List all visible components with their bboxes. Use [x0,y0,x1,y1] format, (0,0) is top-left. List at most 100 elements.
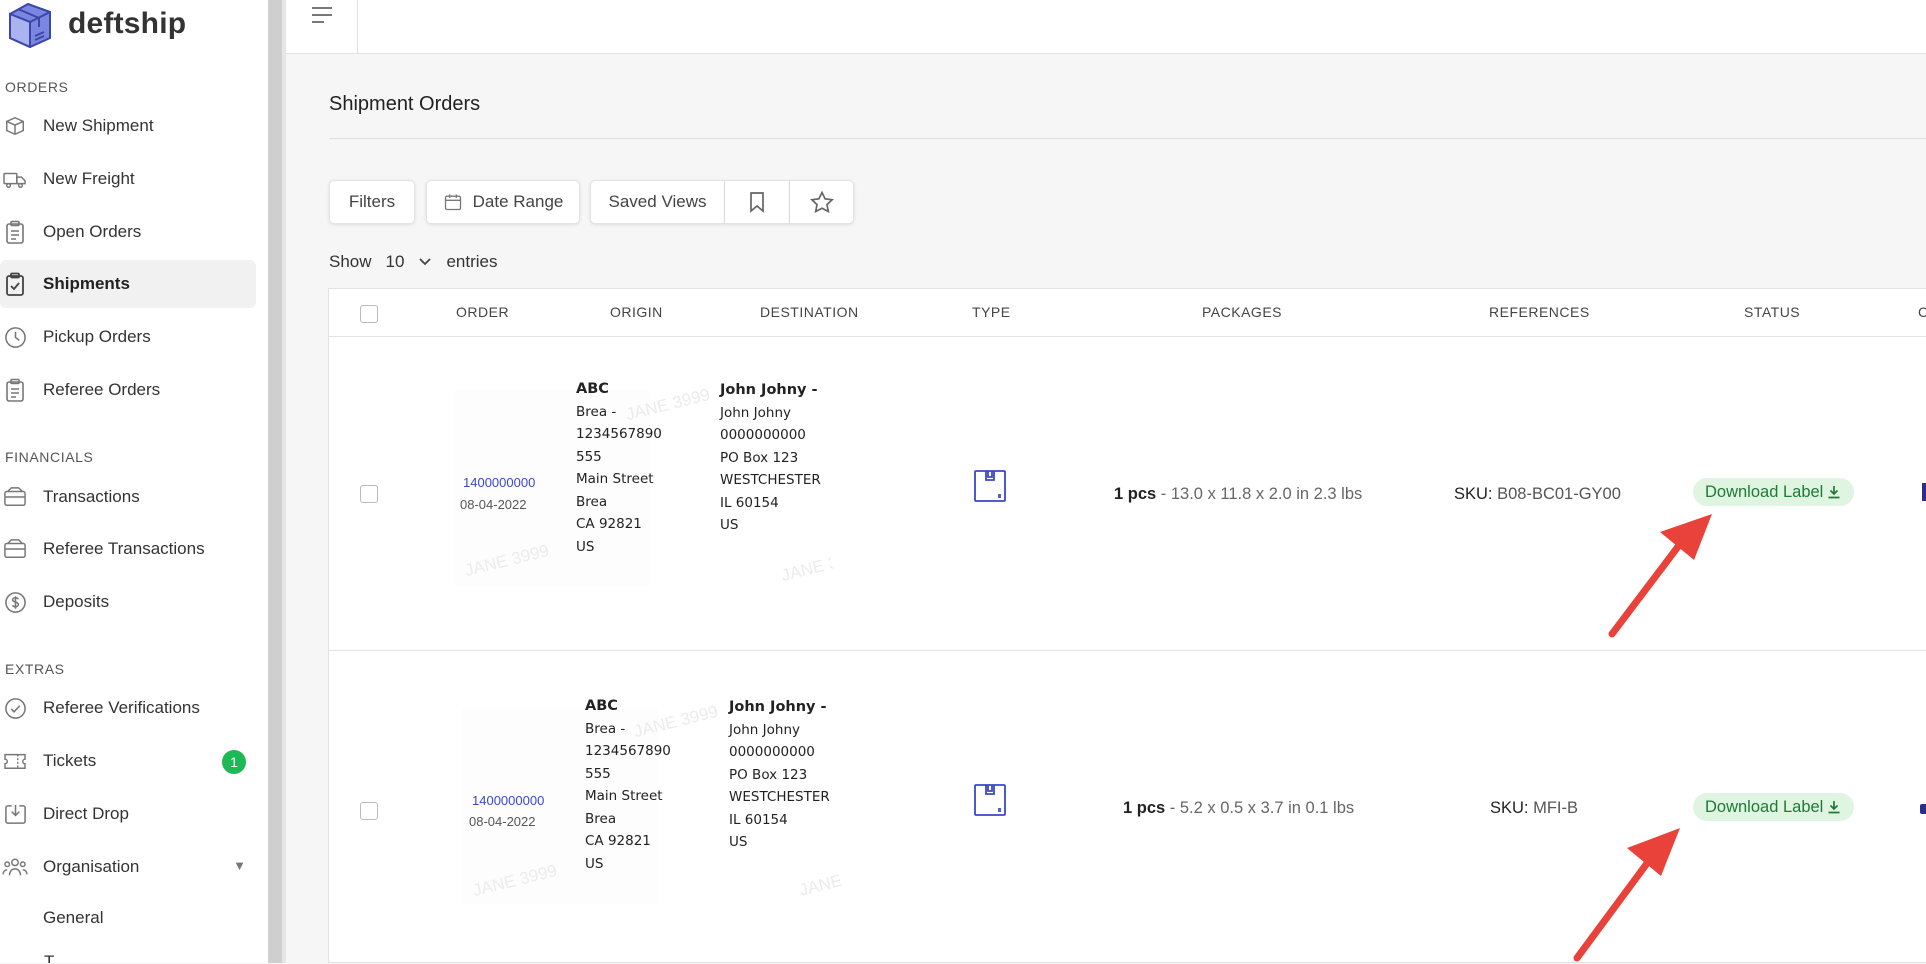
clipped-action-icon[interactable] [1920,804,1926,814]
sidebar-item-label: Organisation [43,857,140,876]
origin-address: ABC Brea - 1234567890 555 Main Street Br… [576,378,662,558]
destination-line: 0000000000 [729,744,815,760]
sidebar-item-open-orders[interactable]: Open Orders [0,208,256,256]
column-header-order[interactable]: ORDER [456,304,509,320]
packages-summary: 1 pcs - 5.2 x 0.5 x 3.7 in 0.1 lbs [1123,799,1354,818]
column-header-destination[interactable]: DESTINATION [760,304,859,320]
filters-button-label: Filters [348,192,396,211]
filters-button[interactable]: Filters [329,180,415,224]
sidebar: deftship ORDERS New Shipment New Freight… [0,0,268,963]
column-header-clipped[interactable]: C [1918,304,1926,320]
download-label-button[interactable]: Download Label [1693,793,1855,821]
reference-sku: SKU: B08-BC01-GY00 [1454,485,1621,504]
entries-selector: Show 10 entries [329,252,497,272]
reference-label: SKU: [1454,485,1493,503]
sidebar-item-clipped: T [44,952,55,963]
sidebar-item-label: Pickup Orders [43,327,151,346]
order-id-link[interactable]: 1400000000 [463,475,535,490]
sidebar-item-shipments[interactable]: Shipments [0,260,256,308]
sidebar-item-label: Transactions [43,487,140,506]
sidebar-item-pickup-orders[interactable]: Pickup Orders [0,313,256,361]
column-header-references[interactable]: REFERENCES [1489,304,1590,320]
chevron-down-icon[interactable] [418,257,432,267]
reference-value: B08-BC01-GY00 [1492,485,1621,503]
column-header-type[interactable]: TYPE [972,304,1011,320]
truck-icon [2,166,28,192]
sidebar-item-new-shipment[interactable]: New Shipment [0,102,256,150]
origin-line: US [576,538,595,555]
origin-address: ABC Brea - 1234567890 555 Main Street Br… [585,695,671,875]
brand-name: deftship [68,7,187,40]
sidebar-item-label: Referee Verifications [43,698,200,717]
sidebar-item-general[interactable]: General [0,894,256,942]
saved-views-label: Saved Views [608,192,707,211]
origin-line: 555 [585,765,611,782]
sidebar-item-organisation[interactable]: Organisation ▼ [0,843,256,891]
order-date: 08-04-2022 [460,497,527,512]
select-all-checkbox[interactable] [360,305,378,323]
destination-line: 0000000000 [720,427,806,443]
destination-line: John Johny [729,721,800,738]
sidebar-item-tickets[interactable]: Tickets 1 [0,737,256,785]
status-label: Download Label [1705,797,1824,816]
entries-count-select[interactable]: 10 [386,252,405,272]
destination-name: John Johny - [729,699,827,715]
package-type-icon [974,470,1006,502]
sidebar-item-label: Deposits [43,592,110,611]
destination-address: John Johny - John Johny 0000000000 PO Bo… [720,379,821,537]
download-box-icon [2,801,28,827]
ticket-icon [2,748,28,774]
chevron-down-icon: ▼ [233,858,246,873]
favorite-button[interactable] [790,180,854,224]
section-label-orders: ORDERS [5,79,69,95]
destination-name: John Johny - [720,382,818,398]
sidebar-item-transactions[interactable]: Transactions [0,473,256,521]
sidebar-item-direct-drop[interactable]: Direct Drop [0,790,256,838]
destination-address: John Johny - John Johny 0000000000 PO Bo… [729,696,830,854]
entries-suffix-label: entries [446,252,498,271]
entries-show-label: Show [329,252,372,271]
annotation-arrow-icon [1573,828,1680,962]
brand-logo[interactable]: deftship [4,0,186,48]
sidebar-item-new-freight[interactable]: New Freight [0,155,256,203]
bookmark-button[interactable] [725,180,790,224]
destination-line: WESTCHESTER [720,472,821,488]
column-header-packages[interactable]: PACKAGES [1202,304,1282,320]
packages-count: 1 pcs [1123,799,1166,817]
reference-sku: SKU: MFI-B [1490,799,1578,818]
sidebar-item-deposits[interactable]: Deposits [0,578,256,626]
origin-name: ABC [585,698,618,714]
saved-views-button[interactable]: Saved Views [590,180,725,224]
table-header: ORDER ORIGIN DESTINATION TYPE PACKAGES R… [329,289,1926,337]
clipped-action-icon[interactable] [1922,483,1926,501]
filters-toolbar: Filters [329,180,415,224]
row-checkbox[interactable] [360,802,378,820]
check-circle-icon [2,695,28,721]
clipboard-icon [2,219,28,245]
origin-line: CA 92821 [576,516,642,532]
destination-line: US [720,517,739,533]
column-header-origin[interactable]: ORIGIN [610,304,663,320]
download-icon [1828,801,1840,814]
sidebar-item-referee-verifications[interactable]: Referee Verifications [0,684,256,732]
date-range-button[interactable]: Date Range [426,180,580,224]
destination-line: IL 60154 [720,494,779,511]
download-label-button[interactable]: Download Label [1693,478,1855,506]
origin-line: Main Street [576,471,654,487]
sidebar-item-label: Referee Transactions [43,539,205,558]
clock-icon [2,324,28,350]
order-id-link[interactable]: 1400000000 [472,793,544,808]
menu-toggle-button[interactable] [286,0,358,54]
order-date: 08-04-2022 [469,814,536,829]
sidebar-item-label: Direct Drop [43,804,129,823]
sidebar-scrollbar[interactable] [268,0,286,963]
tickets-count-badge: 1 [222,750,246,774]
row-checkbox[interactable] [360,485,378,503]
wallet-icon [2,536,28,562]
sidebar-item-referee-transactions[interactable]: Referee Transactions [0,525,256,573]
sidebar-item-referee-orders[interactable]: Referee Orders [0,366,256,414]
origin-line: Brea - [576,403,617,420]
column-header-status[interactable]: STATUS [1744,304,1800,320]
origin-line: 555 [576,448,602,465]
origin-line: Brea - [585,720,626,737]
